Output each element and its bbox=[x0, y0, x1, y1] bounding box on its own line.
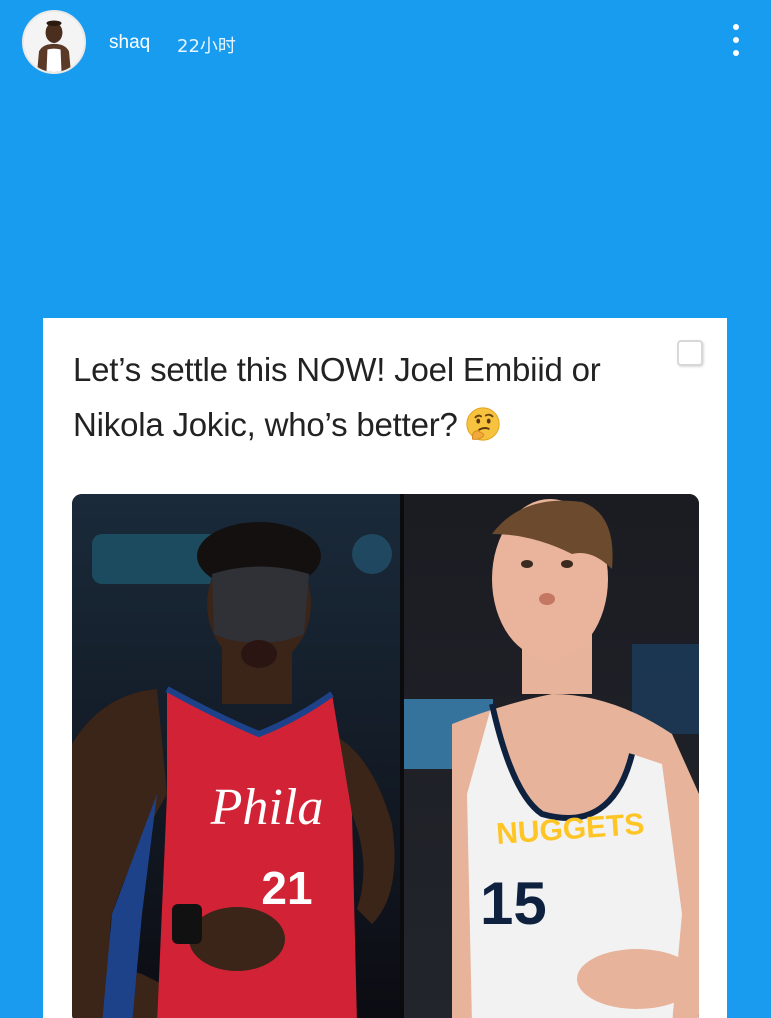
story-header: shaq 22小时 bbox=[22, 10, 747, 76]
post-timestamp: 22小时 bbox=[177, 36, 236, 57]
avatar-image bbox=[24, 12, 84, 72]
checkbox-icon[interactable] bbox=[677, 340, 703, 366]
more-options-button[interactable] bbox=[725, 20, 747, 60]
right-jersey-number: 15 bbox=[480, 870, 547, 937]
post-caption-line-2: Nikola Jokic, who’s better? bbox=[73, 406, 458, 443]
username[interactable]: shaq bbox=[109, 32, 150, 54]
post-caption-line-1: Let’s settle this NOW! Joel Embiid or bbox=[73, 351, 601, 388]
post-photo[interactable]: Phila 21 NUGGETS 15 bbox=[72, 494, 699, 1018]
shared-post-card[interactable]: Let’s settle this NOW! Joel Embiid or Ni… bbox=[43, 318, 727, 1018]
left-jersey-text: Phila bbox=[210, 779, 324, 836]
left-jersey-number: 21 bbox=[261, 862, 312, 914]
post-caption: Let’s settle this NOW! Joel Embiid or Ni… bbox=[73, 342, 703, 452]
more-vertical-icon bbox=[733, 24, 739, 30]
avatar[interactable] bbox=[22, 10, 86, 74]
more-vertical-icon-dot bbox=[733, 37, 739, 43]
thinking-face-emoji-icon bbox=[466, 407, 500, 441]
more-vertical-icon-dot bbox=[733, 50, 739, 56]
player-comparison-image: Phila 21 NUGGETS 15 bbox=[72, 494, 699, 1018]
